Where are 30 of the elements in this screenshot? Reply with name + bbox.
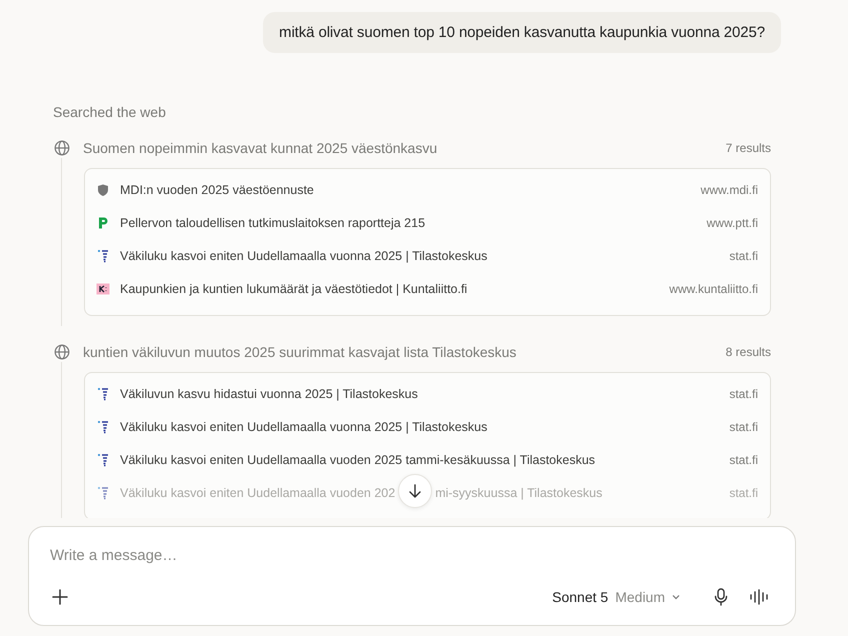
message-input[interactable]: Write a message… [49,543,775,568]
result-item[interactable]: Väkiluku kasvoi eniten Uudellamaalla vuonna 2025 | Tilastokeskus stat.fi [85,239,770,272]
scroll-down-button[interactable] [398,474,432,508]
striped-logo-icon [96,386,110,400]
striped-logo-icon [96,452,110,466]
user-message: mitkä olivat suomen top 10 nopeiden kasvanutta kaupunkia vuonna 2025? [263,12,781,53]
result-item[interactable]: Väkiluvun kasvu hidastui vuonna 2025 | Tilastokeskus stat.fi [85,377,770,410]
p-logo-icon [96,216,110,230]
result-item[interactable]: MDI:n vuoden 2025 väestöennuste www.mdi.fi [85,173,770,206]
striped-logo-icon [96,486,110,500]
result-item[interactable]: Väkiluku kasvoi eniten Uudellamaalla vuoden 2025 tammi-kesäkuussa | Tilastokeskus stat.fi [85,443,770,476]
plus-icon [52,589,68,605]
globe-icon [54,344,70,360]
chevron-down-icon [671,592,681,602]
arrow-down-icon [407,482,424,498]
results-count: 8 results [726,345,771,359]
searched-label: Searched the web [53,104,167,122]
search-query: kuntien väkiluvun muutos 2025 suurimmat kasvajat lista Tilastokeskus [83,344,518,360]
result-item[interactable]: Kaupunkien ja kuntien lukumäärät ja väestötiedot | Kuntaliitto.fi www.kuntaliitto.fi [85,272,770,305]
search-query: Suomen nopeimmin kasvavat kunnat 2025 väestönkasvu [83,140,438,156]
shield-icon [96,182,110,196]
result-item[interactable]: Pellervon taloudellisen tutkimuslaitoksen raportteja 215 www.ptt.fi [85,206,770,239]
striped-logo-icon [96,420,110,434]
model-selector[interactable]: Sonnet 5 Medium [548,585,685,609]
k-logo-icon [96,282,110,296]
microphone-icon [713,588,729,606]
result-item[interactable]: Väkiluku kasvoi eniten Uudellamaalla vuonna 2025 | Tilastokeskus stat.fi [85,410,770,443]
striped-logo-icon [96,248,110,262]
results-count: 7 results [726,141,771,155]
globe-icon [54,140,70,156]
